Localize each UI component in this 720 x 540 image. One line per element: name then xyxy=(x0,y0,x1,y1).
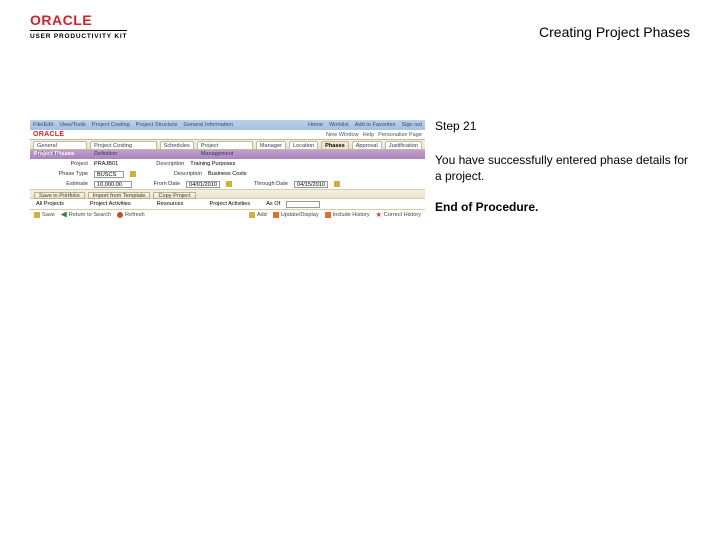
status-include[interactable]: Include History xyxy=(333,212,370,218)
save-portfolio-button[interactable]: Save in Portfolio xyxy=(34,192,85,199)
form-row-phase-type: Phase Type BUSCS Description Business Co… xyxy=(30,169,425,179)
link-personalize[interactable]: Personalize Page xyxy=(378,132,422,138)
import-template-button[interactable]: Import from Template xyxy=(88,192,151,199)
link-help[interactable]: Help xyxy=(363,132,375,138)
link-home[interactable]: Home xyxy=(308,122,323,128)
calendar-icon[interactable] xyxy=(226,181,232,187)
end-of-procedure: End of Procedure. xyxy=(435,199,690,215)
label-project: Project xyxy=(36,161,88,167)
menu-item[interactable]: File/Edit xyxy=(33,122,53,128)
label-from-date: From Date xyxy=(138,181,180,187)
tab-manager[interactable]: Manager xyxy=(256,141,286,149)
lookup-icon[interactable] xyxy=(130,171,136,177)
label-desc: Description xyxy=(124,161,184,167)
tab-phases[interactable]: Phases xyxy=(321,141,349,149)
status-bar: Save Return to Search Refresh Add Update… xyxy=(30,209,425,219)
field-phase-type[interactable]: BUSCS xyxy=(94,171,124,178)
step-label: Step 21 xyxy=(435,118,690,134)
save-icon xyxy=(34,212,40,218)
tab-approval[interactable]: Approval xyxy=(352,141,382,149)
field-from-date[interactable]: 04/01/2010 xyxy=(186,181,220,188)
value-desc: Training Purposes xyxy=(190,161,235,167)
tab-justification[interactable]: Justification xyxy=(385,141,422,149)
value-phase-desc: Business Costs xyxy=(208,171,247,177)
link-signout[interactable]: Sign out xyxy=(401,122,422,128)
page-title: Creating Project Phases xyxy=(539,24,690,40)
include-icon xyxy=(325,212,331,218)
form-row-dates: Estimate 10,000.00 From Date 04/01/2010 … xyxy=(30,179,425,189)
nav-row: All Projects Project Activities Resource… xyxy=(30,199,425,209)
menu-item[interactable]: Project Costing xyxy=(92,122,130,128)
field-estimate[interactable]: 10,000.00 xyxy=(94,181,132,188)
link-resources[interactable]: Resources xyxy=(157,201,184,207)
label-through-date: Through Date xyxy=(238,181,288,187)
instruction-panel: Step 21 You have successfully entered ph… xyxy=(435,118,690,215)
status-refresh[interactable]: Refresh xyxy=(125,212,145,218)
field-through-date[interactable]: 04/15/2010 xyxy=(294,181,328,188)
menu-item[interactable]: Project Structure xyxy=(136,122,178,128)
link-all-projects[interactable]: All Projects xyxy=(36,201,64,207)
correct-icon xyxy=(376,212,382,218)
field-asof[interactable] xyxy=(286,201,320,208)
value-project: PRAJB01 xyxy=(94,161,118,167)
link-new-window[interactable]: New Window xyxy=(326,132,359,138)
tab-costing[interactable]: Project Costing Definition xyxy=(90,141,157,149)
form-row-project: Project PRAJB01 Description Training Pur… xyxy=(30,159,425,169)
label-phase-desc: Description xyxy=(142,171,202,177)
menu-item[interactable]: General Information xyxy=(183,122,232,128)
link-project-activities[interactable]: Project Activities xyxy=(90,201,131,207)
refresh-icon xyxy=(117,212,123,218)
app-titlebar: File/Edit View/Tools Project Costing Pro… xyxy=(30,120,425,130)
step-body: You have successfully entered phase deta… xyxy=(435,152,690,184)
menu-item[interactable]: View/Tools xyxy=(59,122,86,128)
status-update[interactable]: Update/Display xyxy=(281,212,319,218)
status-correct[interactable]: Correct History xyxy=(384,212,421,218)
copy-project-button[interactable]: Copy Project xyxy=(153,192,195,199)
link-worklist[interactable]: Worklist xyxy=(329,122,349,128)
label-asof: As Of xyxy=(266,201,280,207)
oracle-inline-logo: ORACLE xyxy=(33,131,64,138)
label-phase-type: Phase Type xyxy=(36,171,88,177)
update-icon xyxy=(273,212,279,218)
add-icon xyxy=(249,212,255,218)
label-estimate: Estimate xyxy=(36,181,88,187)
calendar-icon[interactable] xyxy=(334,181,340,187)
tab-general[interactable]: General Information xyxy=(33,141,87,149)
tab-location[interactable]: Location xyxy=(289,141,318,149)
status-save[interactable]: Save xyxy=(42,212,55,218)
oracle-logo: ORACLE USER PRODUCTIVITY KIT xyxy=(30,12,127,40)
status-add[interactable]: Add xyxy=(257,212,267,218)
tab-strip: General Information Project Costing Defi… xyxy=(30,140,425,150)
link-favorites[interactable]: Add to Favorites xyxy=(355,122,396,128)
status-return[interactable]: Return to Search xyxy=(69,212,111,218)
app-screenshot: File/Edit View/Tools Project Costing Pro… xyxy=(30,120,425,250)
button-row: Save in Portfolio Import from Template C… xyxy=(30,189,425,199)
tab-mgmt[interactable]: Project Management xyxy=(197,141,253,149)
link-proj-act[interactable]: Project Activities xyxy=(209,201,250,207)
app-brand-bar: ORACLE New Window Help Personalize Page xyxy=(30,130,425,140)
return-icon xyxy=(61,212,67,218)
tab-schedules[interactable]: Schedules xyxy=(160,141,194,149)
